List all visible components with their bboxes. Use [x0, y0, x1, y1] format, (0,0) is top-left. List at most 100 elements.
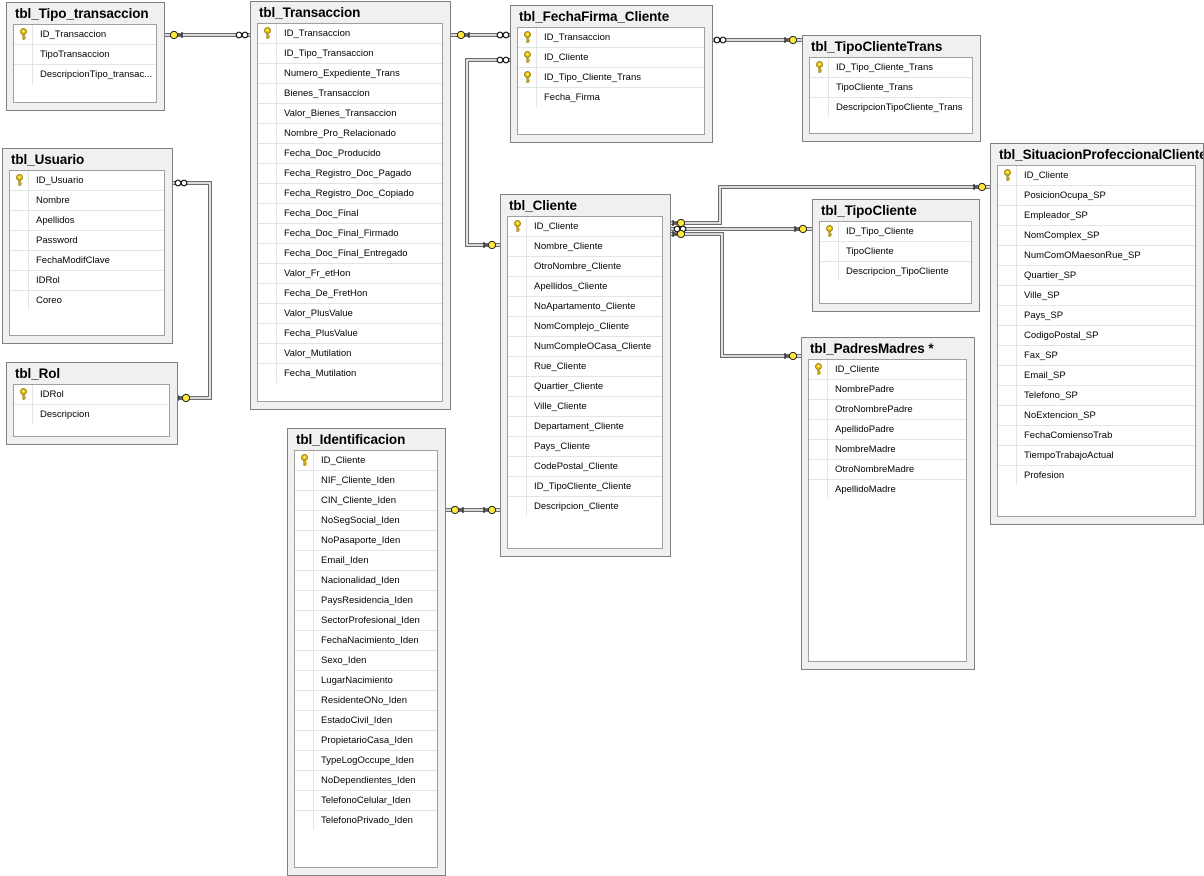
column-row[interactable]: Pays_SP [998, 306, 1195, 326]
column-row[interactable]: Nombre [10, 191, 164, 211]
column-row[interactable]: CodePostal_Cliente [508, 457, 662, 477]
column-row[interactable]: Descripcion [14, 405, 169, 425]
column-row[interactable]: Ville_Cliente [508, 397, 662, 417]
column-row[interactable]: ID_Transaccion [518, 28, 704, 48]
column-row[interactable]: NIF_Cliente_Iden [295, 471, 437, 491]
rel-cliente-padresmadres[interactable] [671, 232, 801, 358]
column-row[interactable]: Nacionalidad_Iden [295, 571, 437, 591]
column-row[interactable]: EstadoCivil_Iden [295, 711, 437, 731]
column-row[interactable]: NoSegSocial_Iden [295, 511, 437, 531]
column-row[interactable]: Fecha_Doc_Final [258, 204, 442, 224]
column-row[interactable]: TipoCliente [820, 242, 971, 262]
column-row[interactable]: ID_Cliente [518, 48, 704, 68]
column-row[interactable]: ApellidoMadre [809, 480, 966, 500]
column-row[interactable]: DescripcionTipo_transac... [14, 65, 156, 85]
column-row[interactable]: CIN_Cliente_Iden [295, 491, 437, 511]
column-row[interactable]: ID_TipoCliente_Cliente [508, 477, 662, 497]
column-row[interactable]: Bienes_Transaccion [258, 84, 442, 104]
table-fechafirma-cliente[interactable]: tbl_FechaFirma_Cliente ID_Transaccion ID_… [510, 5, 713, 143]
column-row[interactable]: Descripcion_TipoCliente [820, 262, 971, 282]
column-row[interactable]: Quartier_SP [998, 266, 1195, 286]
column-row[interactable]: TypeLogOccupe_Iden [295, 751, 437, 771]
column-row[interactable]: Departament_Cliente [508, 417, 662, 437]
column-row[interactable]: ID_Tipo_Transaccion [258, 44, 442, 64]
column-row[interactable]: NombreMadre [809, 440, 966, 460]
table-rol[interactable]: tbl_Rol IDRol Descripcion [6, 362, 178, 445]
column-row[interactable]: ApellidoPadre [809, 420, 966, 440]
column-row[interactable]: Profesion [998, 466, 1195, 486]
table-tipo-transaccion[interactable]: tbl_Tipo_transaccion ID_Transaccion TipoT… [6, 2, 165, 111]
column-row[interactable]: Password [10, 231, 164, 251]
column-row[interactable]: Email_Iden [295, 551, 437, 571]
column-row[interactable]: Fecha_Registro_Doc_Pagado [258, 164, 442, 184]
column-row[interactable]: OtroNombrePadre [809, 400, 966, 420]
column-row[interactable]: Fecha_Firma [518, 88, 704, 108]
column-row[interactable]: FechaNacimiento_Iden [295, 631, 437, 651]
column-row[interactable]: OtroNombre_Cliente [508, 257, 662, 277]
column-row[interactable]: Empleador_SP [998, 206, 1195, 226]
column-row[interactable]: ID_Transaccion [14, 25, 156, 45]
column-row[interactable]: IDRol [10, 271, 164, 291]
column-row[interactable]: LugarNacimiento [295, 671, 437, 691]
column-row[interactable]: Fecha_De_FretHon [258, 284, 442, 304]
column-row[interactable]: Fecha_Doc_Producido [258, 144, 442, 164]
column-row[interactable]: IDRol [14, 385, 169, 405]
table-cliente[interactable]: tbl_Cliente ID_Cliente Nombre_Cliente Otro… [500, 194, 671, 557]
column-row[interactable]: Email_SP [998, 366, 1195, 386]
column-row[interactable]: Valor_Bienes_Transaccion [258, 104, 442, 124]
table-transaccion[interactable]: tbl_Transaccion ID_Transaccion ID_Tipo_Tr… [250, 1, 451, 410]
column-row[interactable]: PropietarioCasa_Iden [295, 731, 437, 751]
column-row[interactable]: NumCompleOCasa_Cliente [508, 337, 662, 357]
column-row[interactable]: ID_Cliente [998, 166, 1195, 186]
column-row[interactable]: Descripcion_Cliente [508, 497, 662, 517]
column-row[interactable]: Pays_Cliente [508, 437, 662, 457]
table-tipoclientetrans[interactable]: tbl_TipoClienteTrans ID_Tipo_Cliente_Tra… [802, 35, 981, 142]
column-row[interactable]: DescripcionTipoCliente_Trans [810, 98, 972, 118]
column-row[interactable]: FechaModifClave [10, 251, 164, 271]
column-row[interactable]: Apellidos [10, 211, 164, 231]
column-row[interactable]: TiempoTrabajoActual [998, 446, 1195, 466]
column-row[interactable]: PosicionOcupa_SP [998, 186, 1195, 206]
column-row[interactable]: ID_Cliente [295, 451, 437, 471]
column-row[interactable]: Rue_Cliente [508, 357, 662, 377]
column-row[interactable]: Nombre_Cliente [508, 237, 662, 257]
table-tipocliente[interactable]: tbl_TipoCliente ID_Tipo_Cliente TipoClien… [812, 199, 980, 312]
column-row[interactable]: Fecha_Mutilation [258, 364, 442, 384]
column-row[interactable]: ID_Cliente [809, 360, 966, 380]
column-row[interactable]: NoDependientes_Iden [295, 771, 437, 791]
column-row[interactable]: NoExtencion_SP [998, 406, 1195, 426]
table-usuario[interactable]: tbl_Usuario ID_Usuario Nombre Apellidos Pas… [2, 148, 173, 344]
column-row[interactable]: Fax_SP [998, 346, 1195, 366]
column-row[interactable]: Fecha_Doc_Final_Firmado [258, 224, 442, 244]
column-row[interactable]: TipoCliente_Trans [810, 78, 972, 98]
column-row[interactable]: Fecha_PlusValue [258, 324, 442, 344]
column-row[interactable]: NomComplejo_Cliente [508, 317, 662, 337]
column-row[interactable]: ID_Tipo_Cliente_Trans [518, 68, 704, 88]
column-row[interactable]: OtroNombreMadre [809, 460, 966, 480]
column-row[interactable]: Valor_Mutilation [258, 344, 442, 364]
column-row[interactable]: NoPasaporte_Iden [295, 531, 437, 551]
column-row[interactable]: TelefonoCelular_Iden [295, 791, 437, 811]
column-row[interactable]: NombrePadre [809, 380, 966, 400]
column-row[interactable]: TipoTransaccion [14, 45, 156, 65]
column-row[interactable]: FechaComiensoTrab [998, 426, 1195, 446]
column-row[interactable]: Ville_SP [998, 286, 1195, 306]
table-padresmadres[interactable]: tbl_PadresMadres * ID_Cliente NombrePadre… [801, 337, 975, 670]
rel-usuario-rol[interactable] [173, 181, 212, 400]
column-row[interactable]: Numero_Expediente_Trans [258, 64, 442, 84]
table-situacion-profeccional-cliente[interactable]: tbl_SituacionProfeccionalCliente ID_Clie… [990, 143, 1204, 525]
column-row[interactable]: ID_Usuario [10, 171, 164, 191]
column-row[interactable]: Valor_PlusValue [258, 304, 442, 324]
column-row[interactable]: Fecha_Registro_Doc_Copiado [258, 184, 442, 204]
column-row[interactable]: NumComOMaesonRue_SP [998, 246, 1195, 266]
column-row[interactable]: CodigoPostal_SP [998, 326, 1195, 346]
column-row[interactable]: Apellidos_Cliente [508, 277, 662, 297]
column-row[interactable]: SectorProfesional_Iden [295, 611, 437, 631]
column-row[interactable]: Quartier_Cliente [508, 377, 662, 397]
column-row[interactable]: Sexo_Iden [295, 651, 437, 671]
column-row[interactable]: Telefono_SP [998, 386, 1195, 406]
column-row[interactable]: ID_Tipo_Cliente [820, 222, 971, 242]
column-row[interactable]: NomComplex_SP [998, 226, 1195, 246]
column-row[interactable]: ID_Cliente [508, 217, 662, 237]
column-row[interactable]: NoApartamento_Cliente [508, 297, 662, 317]
